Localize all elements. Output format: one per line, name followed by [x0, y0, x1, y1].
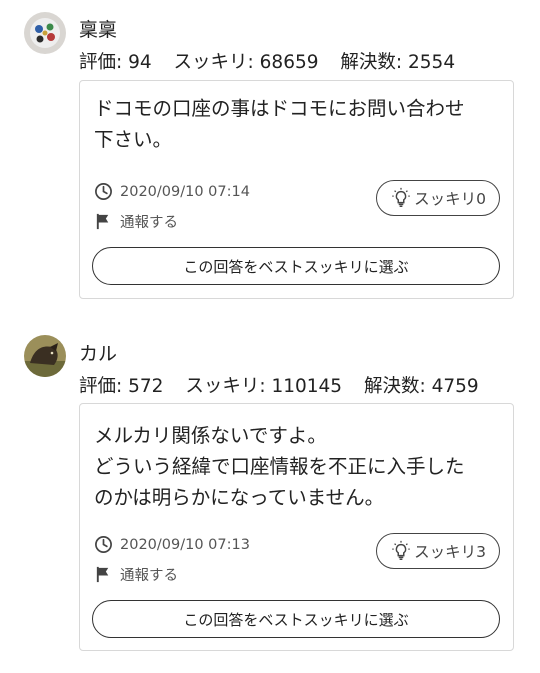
flag-icon	[96, 213, 109, 230]
timestamp-row: 2020/09/10 07:13	[94, 535, 250, 554]
answer-card: メルカリ関係ないですよ。 どういう経緯で口座情報を不正に入手した のかは明らかに…	[79, 403, 514, 651]
report-link[interactable]: 通報する	[94, 564, 178, 585]
resolved-stat: 解決数: 2554	[340, 52, 456, 73]
sukkiri-button-label: スッキリ0	[414, 190, 486, 208]
user-stats: 評価: 94 スッキリ: 68659 解決数: 2554	[79, 48, 471, 74]
lightbulb-icon	[392, 187, 410, 207]
answer-line: どういう経緯で口座情報を不正に入手した	[94, 455, 465, 478]
answer-line: ドコモの口座の事はドコモにお問い合わせ	[94, 97, 465, 120]
timestamp: 2020/09/10 07:13	[120, 536, 250, 553]
lightbulb-icon	[392, 540, 410, 560]
answer-line: のかは明らかになっていません。	[94, 486, 385, 509]
timestamp-row: 2020/09/10 07:14	[94, 182, 250, 201]
answer-line: メルカリ関係ないですよ。	[94, 424, 327, 447]
flag-icon	[96, 566, 109, 583]
answer-body: メルカリ関係ないですよ。 どういう経緯で口座情報を不正に入手した のかは明らかに…	[94, 420, 504, 513]
username[interactable]: 稟稟	[79, 15, 117, 42]
avatar[interactable]	[24, 12, 66, 54]
sukkiri-button-label: スッキリ3	[414, 543, 486, 561]
report-label: 通報する	[120, 215, 178, 231]
answer-body: ドコモの口座の事はドコモにお問い合わせ 下さい。	[94, 93, 504, 155]
clock-icon	[95, 536, 112, 553]
resolved-stat: 解決数: 4759	[363, 376, 479, 397]
sukkiri-stat: スッキリ: 68659	[173, 52, 319, 73]
answer-line: 下さい。	[94, 128, 173, 151]
report-link[interactable]: 通報する	[94, 211, 178, 232]
rating-stat: 評価: 94	[79, 52, 152, 73]
answer-card: ドコモの口座の事はドコモにお問い合わせ 下さい。 2020/09/10 07:1…	[79, 80, 514, 299]
sukkiri-button[interactable]: スッキリ3	[376, 533, 500, 569]
best-answer-button[interactable]: この回答をベストスッキリに選ぶ	[92, 600, 500, 638]
report-label: 通報する	[120, 568, 178, 584]
best-answer-button[interactable]: この回答をベストスッキリに選ぶ	[92, 247, 500, 285]
rating-stat: 評価: 572	[79, 376, 164, 397]
user-stats: 評価: 572 スッキリ: 110145 解決数: 4759	[79, 372, 495, 398]
sukkiri-stat: スッキリ: 110145	[185, 376, 343, 397]
sukkiri-button[interactable]: スッキリ0	[376, 180, 500, 216]
username[interactable]: カル	[79, 339, 117, 366]
avatar[interactable]	[24, 335, 66, 377]
timestamp: 2020/09/10 07:14	[120, 183, 250, 200]
clock-icon	[95, 183, 112, 200]
